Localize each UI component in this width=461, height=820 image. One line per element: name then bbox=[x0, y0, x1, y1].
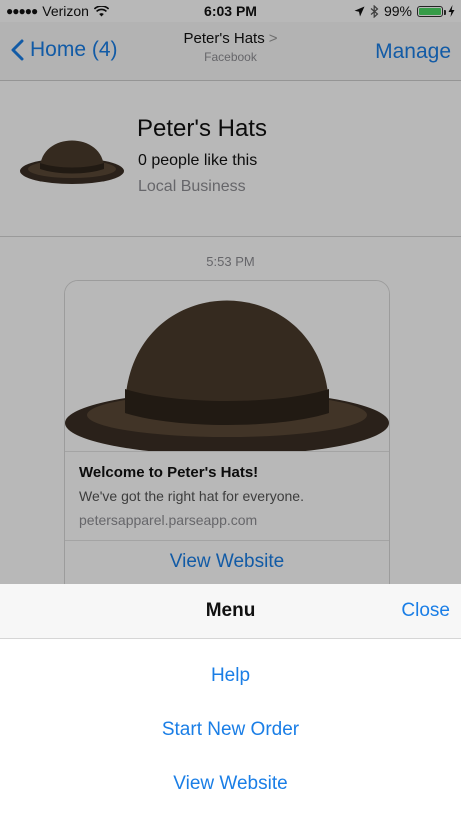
menu-title: Menu bbox=[205, 600, 256, 621]
menu-header: Menu Close bbox=[0, 584, 461, 639]
close-button[interactable]: Close bbox=[401, 600, 450, 622]
dim-overlay[interactable] bbox=[0, 0, 461, 584]
menu-item-help[interactable]: Help bbox=[0, 665, 461, 687]
messenger-screen: ●●●●● Verizon 6:03 PM 99% Home (4) Peter… bbox=[0, 0, 461, 820]
menu-sheet: Menu Close Help Start New Order View Web… bbox=[0, 584, 461, 820]
menu-item-start-new-order[interactable]: Start New Order bbox=[0, 719, 461, 741]
menu-item-view-website[interactable]: View Website bbox=[0, 773, 461, 795]
